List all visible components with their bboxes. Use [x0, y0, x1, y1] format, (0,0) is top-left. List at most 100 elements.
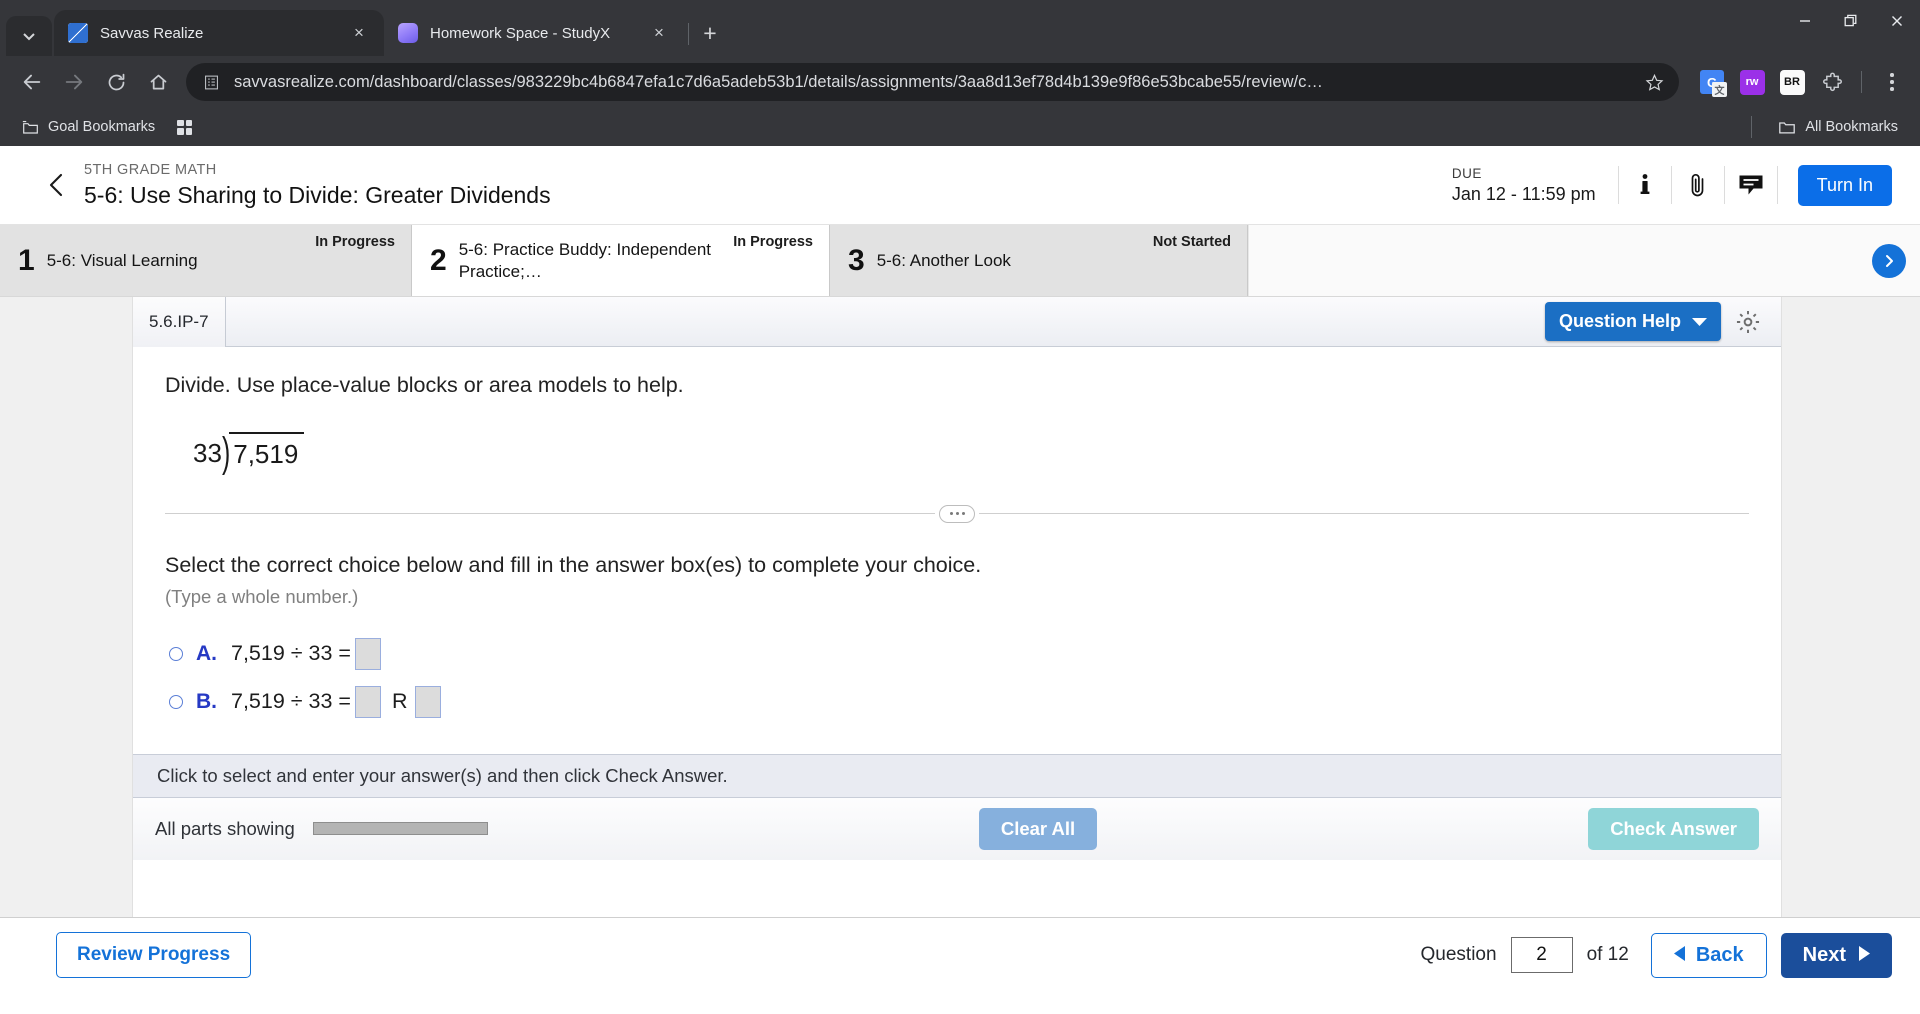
- new-tab-button[interactable]: +: [693, 16, 727, 50]
- review-progress-button[interactable]: Review Progress: [56, 932, 252, 978]
- answer-input-b1[interactable]: [355, 685, 381, 718]
- close-icon[interactable]: ×: [646, 20, 672, 46]
- info-icon[interactable]: [1619, 159, 1671, 211]
- tab-title: Savvas Realize: [100, 24, 204, 42]
- browser-chrome: Savvas Realize × Homework Space - StudyX…: [0, 0, 1920, 146]
- bookmark-star-icon[interactable]: [1637, 65, 1671, 99]
- step-label: 5-6: Visual Learning: [46, 250, 198, 270]
- step-label: 5-6: Practice Buddy: Independent Practic…: [458, 240, 712, 281]
- step-item-1[interactable]: In Progress 1 5-6: Visual Learning: [0, 225, 412, 296]
- triangle-left-icon: [1673, 944, 1686, 967]
- url-text: savvasrealize.com/dashboard/classes/9832…: [234, 72, 1323, 91]
- back-button[interactable]: Back: [1650, 932, 1767, 978]
- bookmark-label: Goal Bookmarks: [48, 119, 156, 135]
- chevron-down-icon: [1692, 311, 1707, 332]
- minimize-icon[interactable]: [1782, 0, 1828, 42]
- answer-choices: A. 7,519 ÷ 33 = B. 7,519 ÷ 33 = R: [133, 630, 1781, 726]
- question-id-tab[interactable]: 5.6.IP-7: [133, 297, 226, 347]
- maximize-restore-icon[interactable]: [1828, 0, 1874, 42]
- turn-in-button[interactable]: Turn In: [1797, 164, 1892, 206]
- browser-tab-studyx[interactable]: Homework Space - StudyX ×: [384, 10, 684, 56]
- question-body: Divide. Use place-value blocks or area m…: [133, 347, 1781, 917]
- assignment-header: 5TH GRADE MATH 5-6: Use Sharing to Divid…: [0, 146, 1920, 225]
- steps-next-arrow-icon[interactable]: [1872, 243, 1906, 278]
- choice-b[interactable]: B. 7,519 ÷ 33 = R: [169, 678, 1781, 726]
- bookmarks-divider: [1751, 116, 1753, 138]
- step-number: 2: [430, 243, 447, 277]
- divisor: 33: [193, 438, 222, 468]
- question-footer: Review Progress Question 2 of 12 Back Ne…: [0, 917, 1920, 992]
- extensions-puzzle-icon[interactable]: [1817, 67, 1847, 97]
- clear-all-button[interactable]: Clear All: [978, 807, 1098, 850]
- step-item-2[interactable]: In Progress 2 5-6: Practice Buddy: Indep…: [412, 225, 830, 296]
- question-help-button[interactable]: Question Help: [1544, 302, 1721, 341]
- question-help-label: Question Help: [1558, 311, 1681, 331]
- tab-strip: Savvas Realize × Homework Space - StudyX…: [0, 0, 1920, 56]
- steps-scroll-area: [1248, 225, 1920, 296]
- choice-letter: B.: [196, 689, 217, 713]
- divider-line: [979, 513, 1749, 515]
- assignment-steps: In Progress 1 5-6: Visual Learning In Pr…: [0, 225, 1920, 297]
- due-label: DUE: [1451, 165, 1482, 181]
- step-number: 1: [18, 243, 35, 277]
- answer-input-a1[interactable]: [355, 637, 381, 670]
- tab-search-button[interactable]: [6, 16, 52, 56]
- choice-a[interactable]: A. 7,519 ÷ 33 =: [169, 630, 1781, 678]
- studyx-icon: [398, 23, 418, 43]
- back-chevron-icon[interactable]: [40, 168, 74, 202]
- radio-button-a[interactable]: [169, 646, 183, 661]
- browser-tab-savvas-realize[interactable]: Savvas Realize ×: [54, 10, 384, 56]
- step-label: 5-6: Another Look: [876, 250, 1011, 270]
- check-answer-button[interactable]: Check Answer: [1588, 807, 1759, 850]
- assignment-titles: 5TH GRADE MATH 5-6: Use Sharing to Divid…: [84, 162, 551, 209]
- read-write-extension-icon[interactable]: rw: [1737, 67, 1767, 97]
- savvas-icon: [68, 23, 88, 43]
- close-icon[interactable]: ×: [346, 20, 372, 46]
- long-division-expression: 33 ) 7,519: [193, 429, 1781, 477]
- home-icon[interactable]: [138, 62, 178, 102]
- extension-icons: G rw BR: [1691, 65, 1908, 99]
- header-divider: [1776, 166, 1778, 204]
- page-title: 5-6: Use Sharing to Divide: Greater Divi…: [84, 181, 551, 208]
- forward-icon[interactable]: [54, 62, 94, 102]
- section-divider: [165, 504, 1749, 523]
- browser-menu-icon[interactable]: [1876, 65, 1908, 99]
- attachment-icon[interactable]: [1672, 159, 1724, 211]
- division-bracket-icon: ): [221, 429, 231, 477]
- answer-input-b2[interactable]: [414, 685, 441, 718]
- reload-icon[interactable]: [96, 62, 136, 102]
- browser-toolbar: savvasrealize.com/dashboard/classes/9832…: [0, 56, 1920, 108]
- step-status: In Progress: [315, 234, 395, 250]
- all-bookmarks-button[interactable]: All Bookmarks: [1770, 114, 1906, 140]
- all-bookmarks-group: All Bookmarks: [1751, 114, 1906, 140]
- step-status: Not Started: [1152, 234, 1231, 250]
- question-prompt: Divide. Use place-value blocks or area m…: [165, 373, 684, 397]
- comment-icon[interactable]: [1725, 159, 1777, 211]
- radio-button-b[interactable]: [169, 694, 183, 709]
- back-button-label: Back: [1695, 943, 1744, 966]
- next-button[interactable]: Next: [1780, 932, 1892, 978]
- hint-bar: Click to select and enter your answer(s)…: [133, 753, 1781, 798]
- gear-icon[interactable]: [1733, 307, 1763, 337]
- page-content: 5TH GRADE MATH 5-6: Use Sharing to Divid…: [0, 146, 1920, 992]
- bookmark-goal-bookmarks[interactable]: Goal Bookmarks: [14, 115, 163, 140]
- br-extension-icon[interactable]: BR: [1777, 67, 1807, 97]
- triangle-right-icon: [1858, 944, 1870, 967]
- site-info-icon[interactable]: [200, 71, 222, 93]
- due-value: Jan 12 - 11:59 pm: [1451, 183, 1596, 204]
- question-navigation: Question 2 of 12 Back Next: [1420, 932, 1892, 978]
- question-number-input[interactable]: 2: [1510, 937, 1573, 973]
- back-icon[interactable]: [12, 62, 52, 102]
- google-translate-icon[interactable]: G: [1697, 67, 1727, 97]
- question-action-bar: All parts showing Clear All Check Answer: [133, 797, 1781, 860]
- collapse-toggle-icon[interactable]: [939, 504, 975, 523]
- parts-progress-slider[interactable]: [312, 822, 488, 836]
- all-parts-label: All parts showing: [155, 817, 295, 839]
- step-item-3[interactable]: Not Started 3 5-6: Another Look: [830, 225, 1248, 296]
- tab-divider: [688, 23, 689, 45]
- apps-grid-icon[interactable]: [177, 119, 193, 135]
- question-label: Question: [1420, 944, 1497, 965]
- address-bar[interactable]: savvasrealize.com/dashboard/classes/9832…: [186, 63, 1679, 101]
- close-window-icon[interactable]: [1874, 0, 1920, 42]
- dividend: 7,519: [229, 432, 305, 470]
